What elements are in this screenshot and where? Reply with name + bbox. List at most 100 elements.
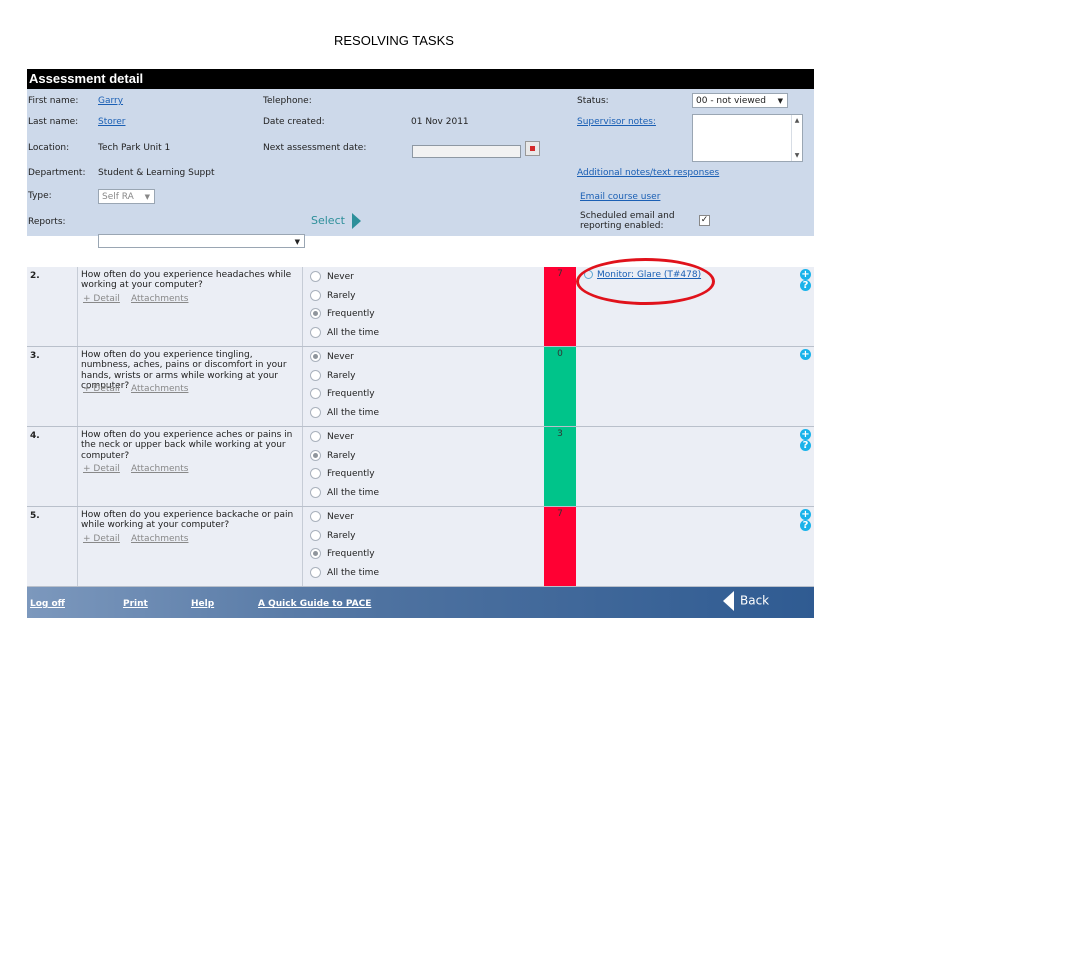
answer-option[interactable]: Frequently: [310, 468, 375, 479]
questions-list: 2. How often do you experience headaches …: [27, 267, 814, 587]
next-assessment-label: Next assessment date:: [263, 143, 367, 153]
location-value: Tech Park Unit 1: [98, 143, 171, 153]
answer-option[interactable]: Frequently: [310, 548, 375, 559]
answer-label: Frequently: [327, 389, 375, 399]
reports-label: Reports:: [28, 217, 66, 227]
scroll-up-icon[interactable]: ▲: [792, 117, 802, 124]
answer-option[interactable]: Rarely: [310, 370, 355, 381]
radio-button[interactable]: [310, 290, 321, 301]
radio-button[interactable]: [310, 431, 321, 442]
radio-button[interactable]: [310, 271, 321, 282]
radio-button[interactable]: [310, 370, 321, 381]
next-assessment-input[interactable]: [412, 145, 521, 158]
add-task-icon[interactable]: +: [800, 349, 811, 360]
risk-score-bar: 0: [544, 347, 576, 426]
attachments-link[interactable]: Attachments: [131, 464, 188, 474]
answer-option[interactable]: Rarely: [310, 290, 355, 301]
answer-option[interactable]: Never: [310, 351, 354, 362]
quick-guide-link[interactable]: A Quick Guide to PACE: [258, 599, 371, 609]
risk-score: 7: [557, 509, 563, 519]
scheduled-checkbox[interactable]: ✓: [699, 215, 710, 226]
add-task-icon[interactable]: +: [800, 429, 811, 440]
arrow-right-icon: [352, 213, 362, 229]
answer-option[interactable]: Frequently: [310, 308, 375, 319]
question-row: 3. How often do you experience tingling, …: [27, 347, 814, 427]
last-name-link[interactable]: Storer: [98, 117, 126, 127]
attachments-link[interactable]: Attachments: [131, 534, 188, 544]
select-button[interactable]: Select: [311, 213, 362, 229]
help-icon[interactable]: ?: [800, 520, 811, 531]
print-link[interactable]: Print: [123, 599, 148, 609]
answer-option[interactable]: Frequently: [310, 388, 375, 399]
radio-button[interactable]: [310, 450, 321, 461]
radio-button[interactable]: [310, 308, 321, 319]
radio-button[interactable]: [310, 548, 321, 559]
answer-option[interactable]: Never: [310, 431, 354, 442]
answer-label: Never: [327, 432, 354, 442]
department-label: Department:: [28, 168, 86, 178]
question-text: How often do you experience headaches wh…: [81, 270, 292, 291]
answer-option[interactable]: All the time: [310, 487, 379, 498]
answer-label: Never: [327, 272, 354, 282]
radio-button[interactable]: [310, 407, 321, 418]
risk-score-bar: 7: [544, 267, 576, 346]
reports-select[interactable]: ▼: [98, 234, 305, 248]
radio-button[interactable]: [310, 511, 321, 522]
question-number: 4.: [30, 431, 40, 441]
scrollbar[interactable]: ▲ ▼: [791, 115, 802, 161]
back-button[interactable]: Back: [723, 591, 769, 611]
first-name-link[interactable]: Garry: [98, 96, 123, 106]
radio-button[interactable]: [310, 351, 321, 362]
radio-button[interactable]: [310, 327, 321, 338]
answer-option[interactable]: Never: [310, 271, 354, 282]
answer-label: Frequently: [327, 309, 375, 319]
email-course-user-link[interactable]: Email course user: [580, 192, 660, 202]
assessment-info: First name: Garry Last name: Storer Loca…: [27, 89, 814, 248]
answer-option[interactable]: Rarely: [310, 530, 355, 541]
panel-title: Assessment detail: [27, 69, 814, 89]
footer-bar: Log off Print Help A Quick Guide to PACE…: [27, 587, 814, 618]
status-select[interactable]: 00 - not viewed ▼: [692, 93, 788, 108]
type-value: Self RA: [102, 192, 134, 202]
select-label: Select: [311, 214, 345, 227]
answer-label: Frequently: [327, 549, 375, 559]
answer-label: Rarely: [327, 291, 356, 301]
additional-notes-link[interactable]: Additional notes/text responses: [577, 168, 719, 178]
help-icon[interactable]: ?: [800, 440, 811, 451]
assessment-panel: Assessment detail First name: Garry Last…: [27, 69, 814, 618]
status-value: 00 - not viewed: [696, 96, 766, 106]
supervisor-notes-link[interactable]: Supervisor notes:: [577, 117, 656, 127]
help-link[interactable]: Help: [191, 599, 214, 609]
detail-link[interactable]: + Detail: [83, 384, 120, 394]
radio-button[interactable]: [310, 530, 321, 541]
chevron-down-icon: ▼: [777, 97, 783, 105]
supervisor-notes-textarea[interactable]: ▲ ▼: [692, 114, 803, 162]
back-arrow-icon: [723, 591, 734, 611]
radio-button[interactable]: [310, 567, 321, 578]
attachments-link[interactable]: Attachments: [131, 294, 188, 304]
detail-link[interactable]: + Detail: [83, 534, 120, 544]
calendar-icon[interactable]: [525, 141, 540, 156]
question-number: 2.: [30, 271, 40, 281]
attachments-link[interactable]: Attachments: [131, 384, 188, 394]
back-label: Back: [740, 593, 770, 608]
answer-option[interactable]: Never: [310, 511, 354, 522]
add-task-icon[interactable]: +: [800, 269, 811, 280]
logoff-link[interactable]: Log off: [30, 599, 65, 609]
chevron-down-icon: ▼: [144, 193, 150, 201]
risk-score-bar: 3: [544, 427, 576, 506]
help-icon[interactable]: ?: [800, 280, 811, 291]
radio-button[interactable]: [310, 468, 321, 479]
detail-link[interactable]: + Detail: [83, 464, 120, 474]
slide-title: RESOLVING TASKS: [334, 33, 454, 48]
scroll-down-icon[interactable]: ▼: [792, 152, 802, 159]
radio-button[interactable]: [310, 388, 321, 399]
answer-option[interactable]: All the time: [310, 567, 379, 578]
answer-option[interactable]: Rarely: [310, 450, 355, 461]
type-select[interactable]: Self RA ▼: [98, 189, 155, 204]
add-task-icon[interactable]: +: [800, 509, 811, 520]
radio-button[interactable]: [310, 487, 321, 498]
detail-link[interactable]: + Detail: [83, 294, 120, 304]
answer-option[interactable]: All the time: [310, 327, 379, 338]
answer-option[interactable]: All the time: [310, 407, 379, 418]
